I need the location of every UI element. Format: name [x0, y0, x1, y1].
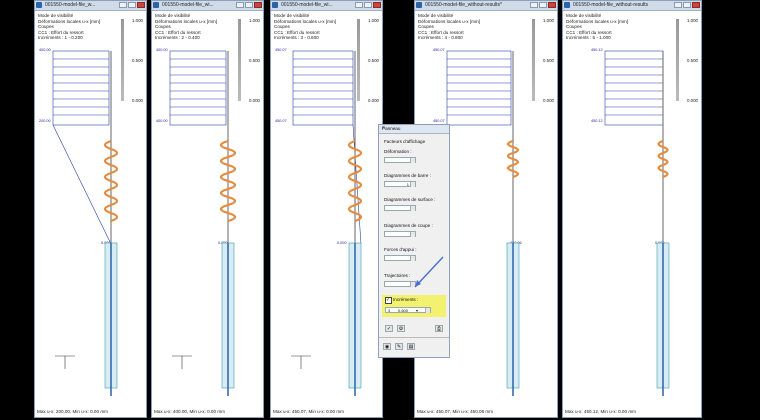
close-button[interactable] [692, 2, 700, 8]
section-diagrams-label: Diagrammes de coupe : [384, 223, 433, 228]
result-window-2[interactable]: 001550-model-file_wi... Mode de visibili… [151, 0, 264, 418]
minimize-button[interactable] [236, 2, 244, 8]
globe-button[interactable]: ◉ [383, 343, 391, 350]
panel-close-icon[interactable]: × [382, 125, 447, 131]
surface-diagrams-spinner[interactable] [384, 205, 416, 211]
spinner-arrows-icon[interactable] [410, 158, 415, 163]
spinner-arrows-icon[interactable] [425, 308, 430, 313]
color-scale-button[interactable]: ▤ [407, 343, 415, 350]
increment-value: 0.600 [398, 308, 409, 313]
surface-diagrams-label: Diagrammes de surface : [384, 197, 436, 202]
model-view-canvas[interactable] [152, 11, 264, 406]
app-icon [272, 2, 278, 8]
window-title: 001550-model-file_without-results [573, 2, 649, 8]
app-icon [153, 2, 159, 8]
close-button[interactable] [137, 2, 145, 8]
spinner-arrows-icon[interactable] [410, 232, 415, 237]
close-button[interactable] [373, 2, 381, 8]
maximize-button[interactable] [539, 2, 547, 8]
minimize-button[interactable] [530, 2, 538, 8]
member-diagrams-value: 1 [406, 182, 409, 187]
minimize-button[interactable] [674, 2, 682, 8]
model-view-canvas[interactable] [271, 11, 383, 406]
pointer-arrow-icon [414, 256, 444, 288]
deformation-spinner[interactable] [384, 157, 416, 163]
check-button[interactable]: ✓ [385, 325, 393, 332]
window-titlebar[interactable]: 001550-model-file_wi... [271, 1, 382, 11]
divider [379, 337, 449, 338]
result-footer: Max u-x: 450.07, Min u-x: 450.06 mm [417, 409, 494, 414]
minimize-button[interactable] [119, 2, 127, 8]
display-factors-heading: Facteurs d'affichage [384, 139, 426, 144]
increments-spinner[interactable]: 3 0.600 ▾ [385, 307, 431, 313]
edit-button[interactable]: ✎ [395, 343, 403, 350]
result-footer: Max u-x: 400.00, Min u-x: 0.00 mm [154, 409, 225, 414]
display-panel[interactable]: Panneau × Facteurs d'affichage Déformati… [378, 124, 450, 358]
settings-button[interactable]: ⚙ [397, 325, 405, 332]
app-icon [36, 2, 42, 8]
result-window-1[interactable]: 001550-model-file_w... Mode de visibilit… [34, 0, 147, 418]
member-diagrams-spinner[interactable]: 1 [384, 181, 416, 187]
spinner-arrows-icon[interactable] [410, 182, 415, 187]
app-icon [564, 2, 570, 8]
section-diagrams-spinner[interactable] [384, 231, 416, 237]
model-view-canvas[interactable] [35, 11, 147, 406]
maximize-button[interactable] [245, 2, 253, 8]
window-titlebar[interactable]: 001550-model-file_without-results [563, 1, 701, 11]
support-forces-label: Forces d'appui : [384, 247, 417, 252]
app-icon [416, 2, 422, 8]
result-footer: Max u-x: 450.07, Min u-x: 0.00 mm [273, 409, 344, 414]
window-title: 001550-model-file_without-results* [425, 2, 502, 8]
result-footer: Max u-x: 450.12, Min u-x: 0.00 mm [565, 409, 636, 414]
increments-checkbox[interactable]: ✓ [385, 297, 392, 304]
maximize-button[interactable] [364, 2, 372, 8]
increments-label: Incréments : [393, 297, 419, 302]
close-button[interactable] [548, 2, 556, 8]
window-titlebar[interactable]: 001550-model-file_w... [35, 1, 146, 11]
maximize-button[interactable] [683, 2, 691, 8]
window-title: 001550-model-file_wi... [281, 2, 333, 8]
print-button[interactable]: ⎙ [435, 325, 443, 332]
window-title: 001550-model-file_wi... [162, 2, 214, 8]
close-button[interactable] [254, 2, 262, 8]
result-footer: Max u-x: 200.00, Min u-x: 0.00 mm [37, 409, 108, 414]
maximize-button[interactable] [128, 2, 136, 8]
spinner-arrows-icon[interactable] [410, 206, 415, 211]
panel-titlebar[interactable]: Panneau × [379, 125, 449, 134]
dropdown-arrow-icon[interactable]: ▾ [416, 308, 418, 313]
increment-index: 3 [388, 308, 391, 313]
deformation-label: Déformation : [384, 149, 412, 154]
result-window-5[interactable]: 001550-model-file_without-results Mode d… [562, 0, 702, 418]
result-window-3[interactable]: 001550-model-file_wi... Mode de visibili… [270, 0, 383, 418]
window-titlebar[interactable]: 001550-model-file_without-results* [415, 1, 557, 11]
model-view-canvas[interactable] [563, 11, 702, 406]
window-titlebar[interactable]: 001550-model-file_wi... [152, 1, 263, 11]
minimize-button[interactable] [355, 2, 363, 8]
window-title: 001550-model-file_w... [45, 2, 96, 8]
member-diagrams-label: Diagrammes de barre : [384, 173, 431, 178]
